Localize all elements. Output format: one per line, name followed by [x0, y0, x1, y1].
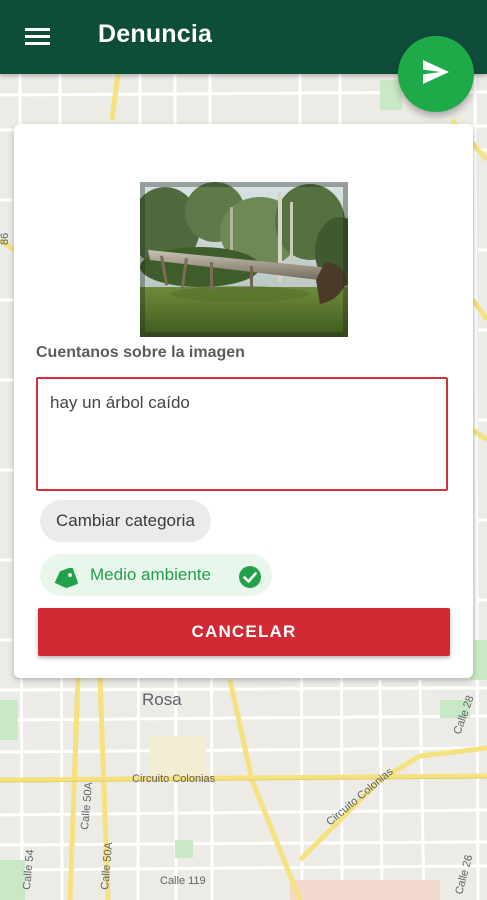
change-category-button[interactable]: Cambiar categoria — [40, 500, 211, 542]
send-button[interactable] — [398, 36, 474, 112]
selected-category-chip[interactable]: Medio ambiente — [40, 554, 272, 596]
category-label: Medio ambiente — [90, 565, 211, 584]
check-circle-icon — [238, 563, 262, 605]
send-icon — [421, 58, 451, 91]
section-label: Cuentanos sobre la imagen — [36, 344, 245, 361]
report-card: Cuentanos sobre la imagen hay un árbol c… — [14, 124, 473, 678]
report-photo — [140, 182, 348, 337]
map-label-calle-119: Calle 119 — [160, 875, 206, 887]
tag-icon — [52, 564, 78, 606]
description-field[interactable]: hay un árbol caído — [36, 377, 448, 491]
map-label-rosa: Rosa — [142, 690, 182, 709]
cancel-button[interactable]: CANCELAR — [38, 608, 450, 656]
map-label-86: 86 — [0, 233, 11, 245]
hamburger-menu-icon[interactable] — [22, 23, 54, 51]
map-label-circuito-colonias: Circuito Colonias — [132, 773, 216, 785]
page-title: Denuncia — [98, 20, 213, 48]
